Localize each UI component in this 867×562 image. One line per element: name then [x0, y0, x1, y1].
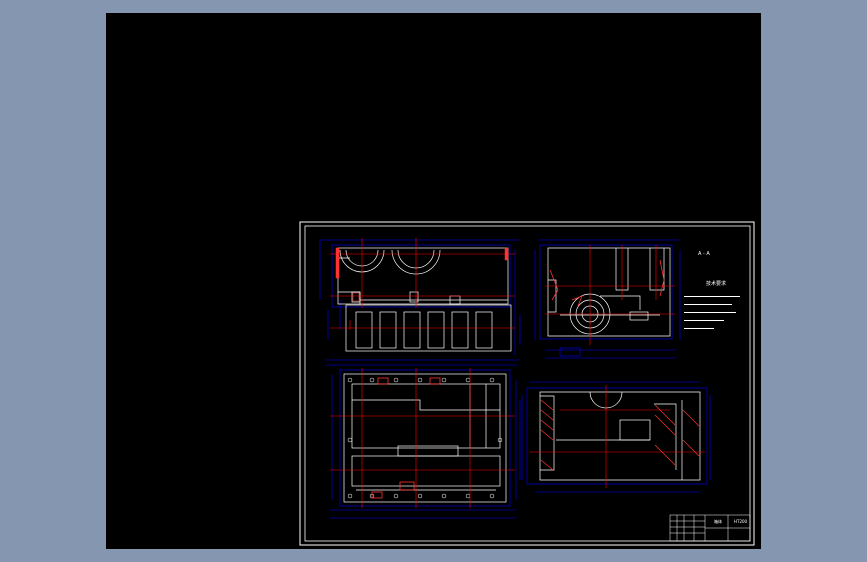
sheet-outer-border: [299, 221, 755, 546]
cad-drawing-sheet: [299, 221, 755, 546]
plan-view: [325, 364, 521, 519]
tech-note-line: [684, 307, 736, 313]
front-view: [319, 238, 521, 361]
tech-note-line: [684, 315, 724, 321]
tech-notes-title: 技术要求: [706, 281, 727, 287]
title-block-part-name: 箱体: [714, 519, 722, 524]
view-label-a-a: A - A: [698, 251, 710, 257]
tech-note-line: [684, 323, 714, 329]
tech-notes-lines: [684, 291, 744, 329]
tech-note-line: [684, 291, 740, 297]
tech-note-line: [684, 299, 732, 305]
title-block-material: HT200: [734, 519, 748, 524]
section-view: [521, 381, 711, 493]
side-view: [534, 239, 681, 359]
